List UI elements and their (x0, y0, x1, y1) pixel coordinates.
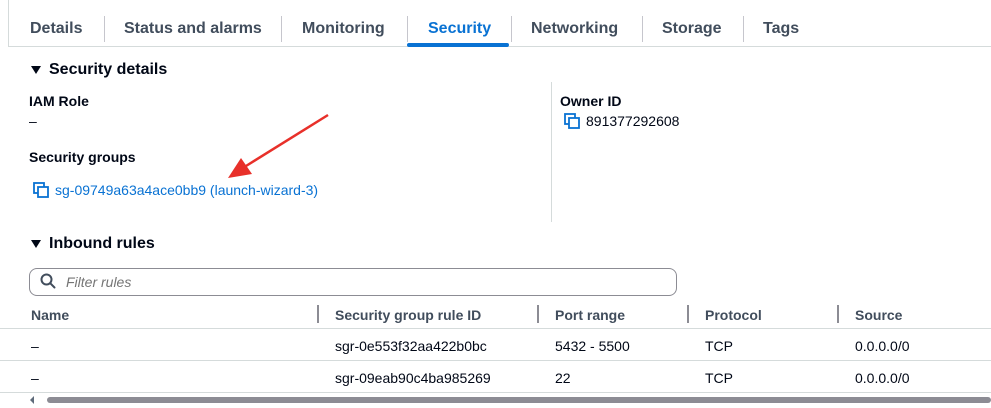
annotation-arrow-icon (228, 113, 329, 178)
